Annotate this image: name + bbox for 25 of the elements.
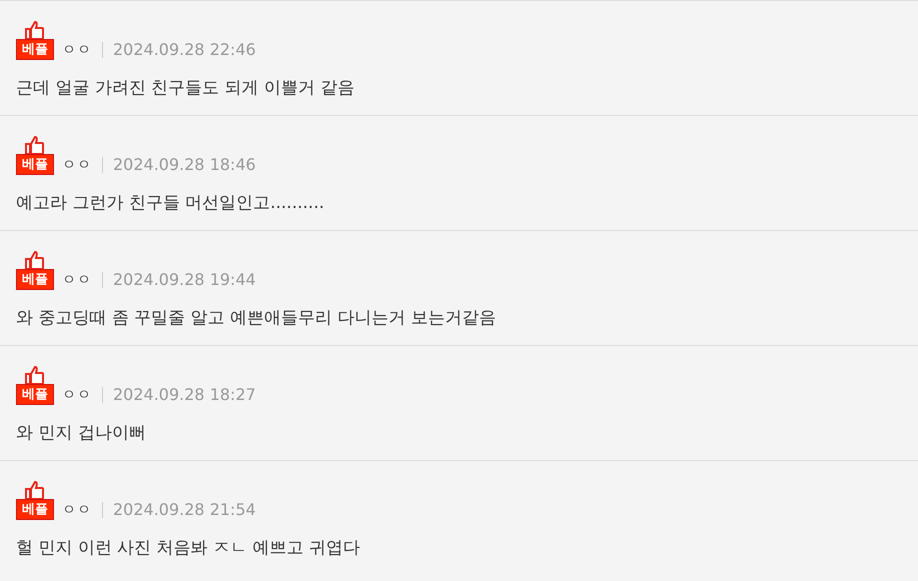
author-name: ㅇㅇ xyxy=(62,500,92,518)
thumbs-up-icon xyxy=(24,481,44,500)
thumbs-up-icon xyxy=(24,251,44,270)
best-badge: 베플 xyxy=(16,384,54,405)
comment-text: 와 민지 겁나이뻐 xyxy=(16,422,147,444)
author-name: ㅇㅇ xyxy=(62,386,92,404)
comment-text: 근데 얼굴 가려진 친구들도 되게 이쁠거 같음 xyxy=(16,77,356,99)
best-badge: 베플 xyxy=(16,269,54,290)
comment-date: 2024.09.28 19:44 xyxy=(113,270,256,289)
thumbs-up-icon xyxy=(24,136,44,155)
author-name: ㅇㅇ xyxy=(62,40,92,58)
comment-date: 2024.09.28 18:46 xyxy=(113,155,256,174)
best-badge: 베플 xyxy=(16,154,54,175)
thumbs-up-icon xyxy=(24,21,44,40)
thumbs-up-icon xyxy=(24,366,44,385)
author-name: ㅇㅇ xyxy=(62,156,92,174)
best-badge: 베플 xyxy=(16,499,54,520)
comment-date: 2024.09.28 18:27 xyxy=(113,385,256,404)
comment-date: 2024.09.28 22:46 xyxy=(113,40,256,59)
comment-text: 예고라 그런가 친구들 머선일인고.......... xyxy=(16,192,326,214)
comment-text: 와 중고딩때 좀 꾸밀줄 알고 예쁜애들무리 다니는거 보는거같음 xyxy=(16,307,497,329)
comment-text: 헐 민지 이런 사진 처음봐 ㅈㄴ 예쁘고 귀엽다 xyxy=(16,537,361,559)
best-badge: 베플 xyxy=(16,39,54,60)
author-name: ㅇㅇ xyxy=(62,270,92,288)
comment-date: 2024.09.28 21:54 xyxy=(113,500,256,519)
